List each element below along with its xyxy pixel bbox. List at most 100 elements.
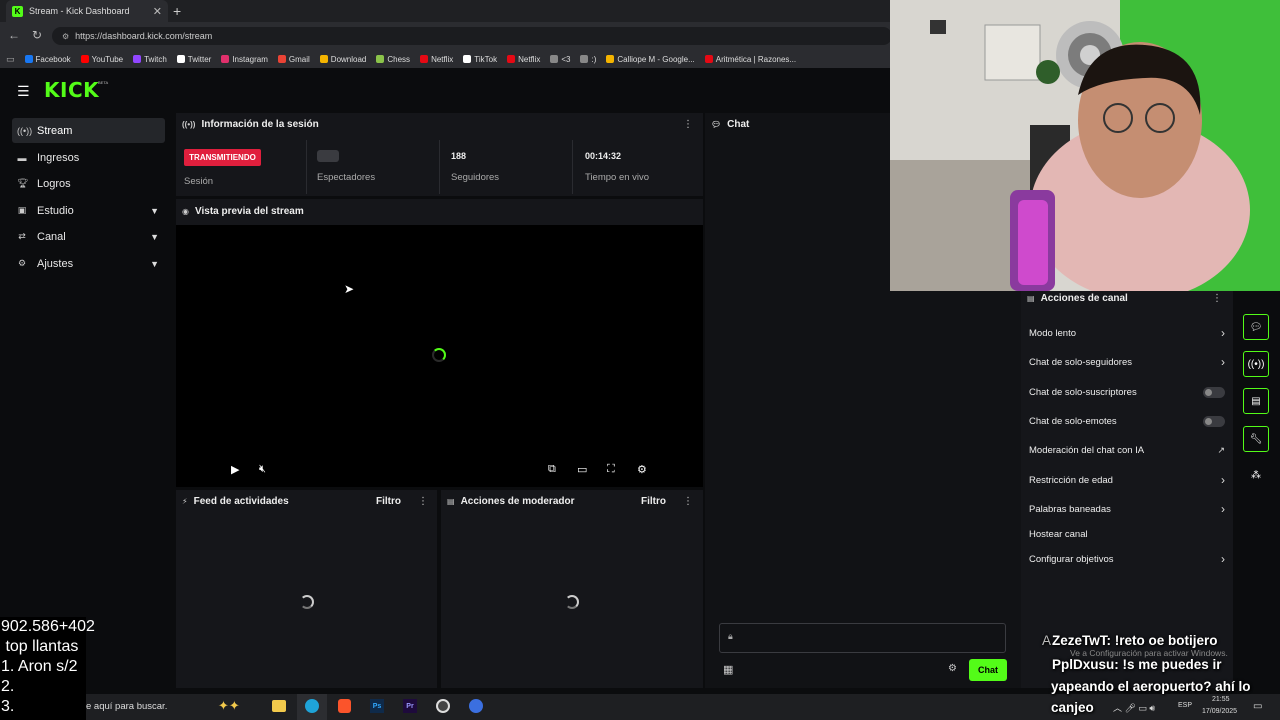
bookmark-favicon-icon <box>176 55 185 63</box>
reload-icon[interactable]: ↻ <box>32 28 42 42</box>
nodes-icon[interactable]: ⁂ <box>1251 470 1261 481</box>
chat-send-button[interactable]: Chat <box>969 659 1007 681</box>
bookmark-favicon-icon <box>80 55 89 63</box>
mod-more-icon[interactable]: ⋮ <box>683 496 693 507</box>
bookmark-item[interactable]: Gmail <box>277 54 310 64</box>
sidebar-item-label: Ajustes <box>37 257 74 270</box>
sidebar-item-ingresos[interactable]: ▬ Ingresos <box>12 145 165 170</box>
session-more-icon[interactable]: ⋮ <box>683 119 693 130</box>
bookmark-label: Instagram <box>232 54 268 64</box>
bookmark-item[interactable]: TikTok <box>463 55 497 64</box>
chat-settings-icon[interactable]: ⚙ <box>948 663 957 674</box>
chat-title: 💬︎ Chat <box>711 119 749 130</box>
panel-title-text: Feed de actividades <box>193 496 289 507</box>
fullscreen-icon[interactable]: ⛶ <box>607 463 615 476</box>
channel-actions-more-icon[interactable]: ⋮ <box>1212 293 1222 304</box>
settings-gear-icon[interactable]: ⚙ <box>637 463 647 476</box>
chat-bubble-icon[interactable]: 💬︎ <box>1243 314 1269 340</box>
beta-label: BETA <box>98 80 109 85</box>
configure-goals-item[interactable]: Configurar objetivos › <box>1029 549 1225 569</box>
bookmark-item[interactable]: Instagram <box>221 55 268 64</box>
slow-mode-item[interactable]: Modo lento › <box>1029 323 1225 343</box>
close-tab-icon[interactable]: ✕ <box>153 5 162 18</box>
discord-icon[interactable] <box>469 699 483 713</box>
document-icon: ▤ <box>447 497 455 506</box>
donation-overlay: 902.586+402 top llantas 1. Aron s/2 2. 3… <box>0 617 95 720</box>
url-input[interactable]: ⚙ https://dashboard.kick.com/stream <box>52 27 892 45</box>
picture-in-picture-icon[interactable]: ⧉ <box>548 463 556 476</box>
bookmark-item[interactable]: Calliope M - Google... <box>606 54 695 64</box>
bookmark-label: Gmail <box>288 54 310 64</box>
bookmark-item[interactable]: Netflix <box>507 55 540 64</box>
bookmark-label: YouTube <box>91 54 124 64</box>
premiere-icon[interactable]: Pr <box>403 699 417 713</box>
bookmark-label: :) <box>591 54 597 64</box>
menu-icon[interactable]: ☰ <box>17 83 30 100</box>
bookmark-item[interactable]: <3 <box>550 55 570 64</box>
action-label: Palabras baneadas <box>1029 503 1111 515</box>
emotes-only-toggle[interactable] <box>1203 415 1225 427</box>
panel-title-text: Acciones de canal <box>1040 293 1128 304</box>
edge-icon[interactable] <box>305 699 319 713</box>
bookmark-item[interactable]: Chess <box>376 55 410 64</box>
broadcast-icon: ((•)) <box>182 120 196 129</box>
obs-icon[interactable] <box>436 699 450 713</box>
host-channel-item[interactable]: Hostear canal <box>1029 524 1225 544</box>
wrench-icon[interactable]: 🔧︎ <box>1243 426 1269 452</box>
bookmark-item[interactable]: Facebook <box>24 55 71 64</box>
loading-spinner-icon <box>565 595 579 609</box>
store-icon[interactable]: ▦ <box>723 663 733 676</box>
sidebar-item-ajustes[interactable]: ⚙ Ajustes ▼ <box>12 251 165 276</box>
file-explorer-icon[interactable] <box>272 700 286 712</box>
mod-filter-button[interactable]: Filtro <box>641 496 666 507</box>
webcam-overlay <box>890 0 1280 291</box>
sidebar-item-logros[interactable]: 🏆︎ Logros <box>12 171 165 196</box>
bookmark-item[interactable]: :) <box>580 55 596 64</box>
bookmark-label: Calliope M - Google... <box>617 54 695 64</box>
broadcast-icon[interactable]: ((•)) <box>1243 351 1269 377</box>
back-icon[interactable]: ← <box>8 28 20 42</box>
kick-logo[interactable]: KICK <box>44 78 99 102</box>
sidebar-item-canal[interactable]: ⇄ Canal ▼ <box>12 224 165 249</box>
overlay-chat-message: canjeo <box>1051 700 1094 715</box>
chat-message-input[interactable] <box>719 623 1006 653</box>
feed-filter-button[interactable]: Filtro <box>376 496 401 507</box>
bookmark-favicon-icon <box>580 55 589 63</box>
bookmark-item[interactable]: Download <box>319 54 367 64</box>
moderation-icon[interactable]: ▤ <box>1243 388 1269 414</box>
panel-title-text: Chat <box>727 119 750 130</box>
taskbar-search[interactable]: e aquí para buscar. <box>86 701 167 712</box>
bookmark-item[interactable]: YouTube <box>80 54 124 64</box>
bookmark-item[interactable]: Twitter <box>176 55 211 64</box>
browser-tab[interactable]: K Stream - Kick Dashboard ✕ <box>6 0 168 22</box>
ai-moderation-item[interactable]: Moderación del chat con IA ↗ <box>1029 440 1225 460</box>
bookmark-item[interactable]: Aritmética | Razones... <box>704 55 796 64</box>
theater-mode-icon[interactable]: ▭ <box>577 463 587 476</box>
mute-icon[interactable]: 🔇︎ <box>259 463 266 476</box>
followers-only-item[interactable]: Chat de solo-seguidores › <box>1029 352 1225 372</box>
channel-icon: ▤ <box>1027 294 1035 303</box>
age-restriction-item[interactable]: Restricción de edad › <box>1029 470 1225 490</box>
apps-icon[interactable]: ▭ <box>6 54 15 65</box>
banned-words-item[interactable]: Palabras baneadas › <box>1029 499 1225 519</box>
divider <box>306 140 307 194</box>
sidebar-item-stream[interactable]: ((•)) Stream <box>12 118 165 143</box>
subscribers-only-toggle[interactable] <box>1203 386 1225 398</box>
bookmark-item[interactable]: Twitch <box>133 55 167 64</box>
bookmark-item[interactable]: Netflix <box>420 55 453 64</box>
sparkle-icon: ✦✦ <box>218 698 240 713</box>
sidebar-item-label: Canal <box>37 230 66 243</box>
divider <box>439 140 440 194</box>
action-label: Chat de solo-suscriptores <box>1029 386 1137 398</box>
overlay-chat-message: yapeando el aeropuerto? ahí lo <box>1051 679 1251 694</box>
bolt-icon: ⚡︎ <box>182 497 188 506</box>
brave-icon[interactable] <box>338 699 351 713</box>
play-icon[interactable]: ▶ <box>231 463 239 476</box>
feed-more-icon[interactable]: ⋮ <box>418 496 428 507</box>
new-tab-icon[interactable]: + <box>173 3 181 19</box>
kick-favicon-icon: K <box>12 5 23 17</box>
loading-spinner-icon <box>300 595 314 609</box>
photoshop-icon[interactable]: Ps <box>370 699 384 713</box>
sidebar-item-estudio[interactable]: ▣ Estudio ▼ <box>12 198 165 223</box>
bookmark-label: Download <box>330 54 367 64</box>
